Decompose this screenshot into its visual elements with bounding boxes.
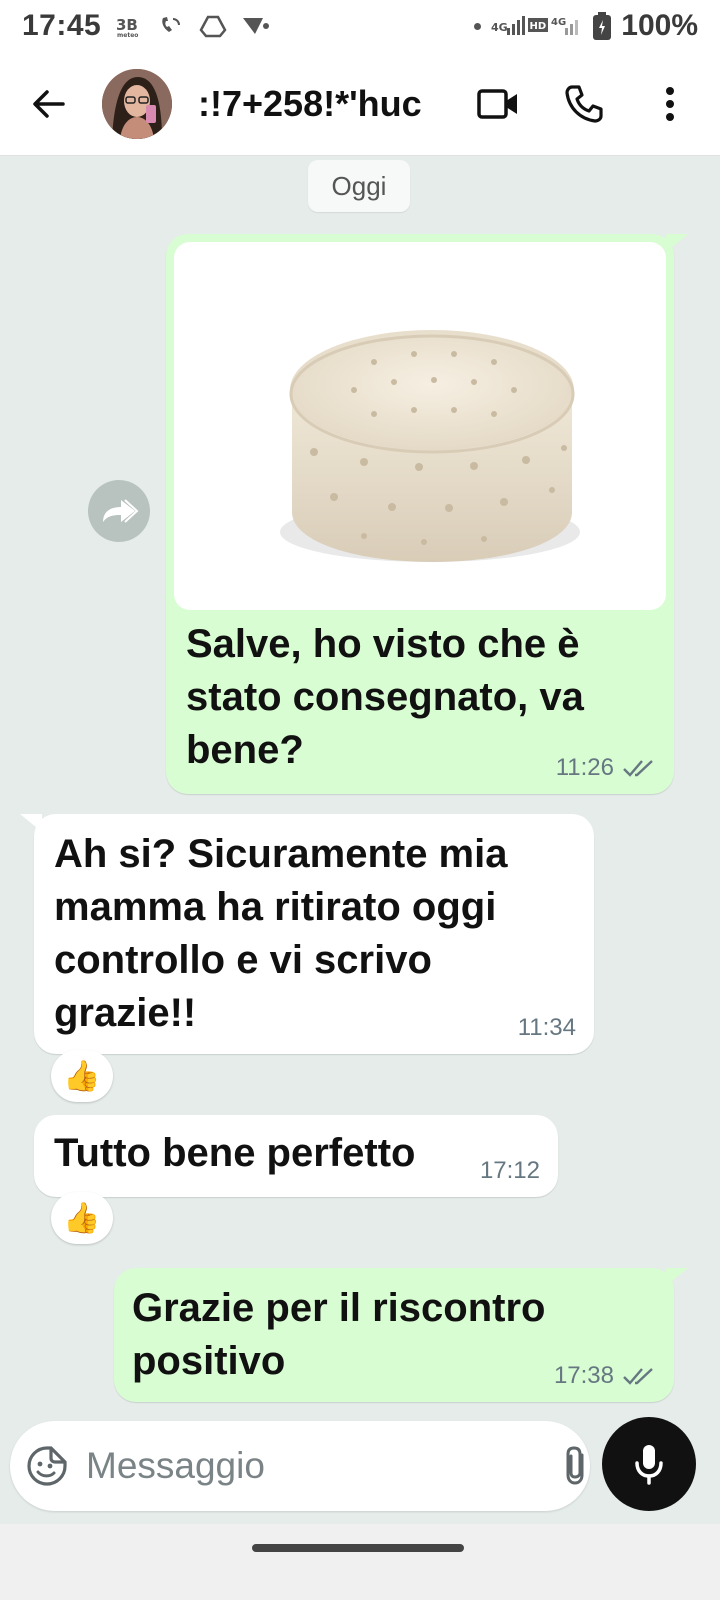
message-meta: 11:34 — [518, 1014, 576, 1042]
message-time: 11:26 — [555, 754, 614, 781]
message-image[interactable] — [174, 242, 666, 610]
chat-header: :!7+258!*'huc — [0, 52, 720, 156]
message-time: 11:34 — [517, 1014, 576, 1041]
meteo-app-icon: 3Bmeteo — [116, 16, 138, 38]
chat-area[interactable]: Oggi Salve, ho visto che è stato consegn… — [0, 156, 720, 1416]
mic-icon — [635, 1445, 663, 1485]
message-bubble-outgoing[interactable]: Grazie per il riscontro positivo 17:38 — [114, 1268, 688, 1402]
message-input[interactable] — [86, 1436, 562, 1496]
video-call-button[interactable] — [466, 72, 530, 136]
attach-button[interactable] — [562, 1436, 590, 1496]
home-gesture-handle[interactable] — [252, 1544, 464, 1552]
avatar-photo — [102, 68, 172, 139]
sticker-icon — [27, 1446, 67, 1486]
phone-icon — [565, 84, 603, 123]
ottoman-photo — [280, 330, 580, 562]
sticker-button[interactable] — [26, 1436, 68, 1496]
back-arrow-icon — [33, 89, 65, 118]
network-hd: HD — [530, 21, 547, 32]
back-button[interactable] — [14, 69, 84, 139]
forward-button[interactable] — [88, 480, 150, 542]
signal-icon: 4G HD 4G — [491, 16, 579, 35]
message-bubble-incoming[interactable]: Tutto bene perfetto 17:12 — [34, 1115, 558, 1197]
status-time: 17:45 — [22, 9, 102, 42]
message-meta: 11:26 — [556, 754, 656, 782]
message-text: Grazie per il riscontro positivo — [132, 1286, 546, 1383]
avatar[interactable] — [102, 68, 172, 139]
message-meta: 17:12 — [480, 1157, 540, 1185]
message-bubble-outgoing[interactable]: Salve, ho visto che è stato consegnato, … — [166, 234, 688, 794]
more-options-button[interactable] — [638, 72, 702, 136]
network-4g-left: 4G — [491, 21, 508, 34]
status-notification-icons: 3B meteo — [115, 14, 270, 38]
contact-name[interactable]: :!7+258!*'huc — [198, 83, 466, 125]
double-check-icon — [623, 1368, 653, 1385]
message-bubble-incoming[interactable]: Ah si? Sicuramente mia mamma ha ritirato… — [20, 814, 594, 1054]
voice-message-button[interactable] — [602, 1417, 696, 1511]
wifi-call-icon — [162, 17, 181, 32]
network-4g-right: 4G — [551, 17, 566, 28]
status-bar: 17:45 3B meteo 4G HD 4G 100% — [0, 0, 720, 52]
message-meta: 17:38 — [554, 1362, 656, 1390]
video-call-icon — [477, 88, 517, 119]
notification-dot-icon — [474, 22, 482, 30]
app-notification-icon — [243, 18, 270, 34]
message-composer — [10, 1421, 654, 1511]
more-vert-icon — [666, 86, 674, 121]
message-reaction[interactable]: 👍 — [51, 1050, 113, 1102]
message-time: 17:38 — [553, 1362, 614, 1389]
date-separator: Oggi — [308, 160, 410, 212]
battery-icon — [593, 12, 612, 40]
system-nav-bar — [0, 1524, 720, 1600]
status-system-icons: 4G HD 4G 100% — [474, 9, 698, 43]
double-check-icon — [623, 760, 653, 777]
voice-call-button[interactable] — [552, 72, 616, 136]
message-reaction[interactable]: 👍 — [51, 1192, 113, 1244]
message-text: Tutto bene perfetto — [54, 1131, 416, 1175]
battery-percent: 100% — [621, 9, 698, 42]
message-time: 17:12 — [479, 1157, 540, 1184]
svg-text:meteo: meteo — [117, 32, 138, 38]
forward-icon — [103, 499, 139, 523]
drive-icon — [199, 15, 227, 38]
message-text: Ah si? Sicuramente mia mamma ha ritirato… — [54, 832, 508, 1035]
attach-icon — [566, 1446, 584, 1485]
